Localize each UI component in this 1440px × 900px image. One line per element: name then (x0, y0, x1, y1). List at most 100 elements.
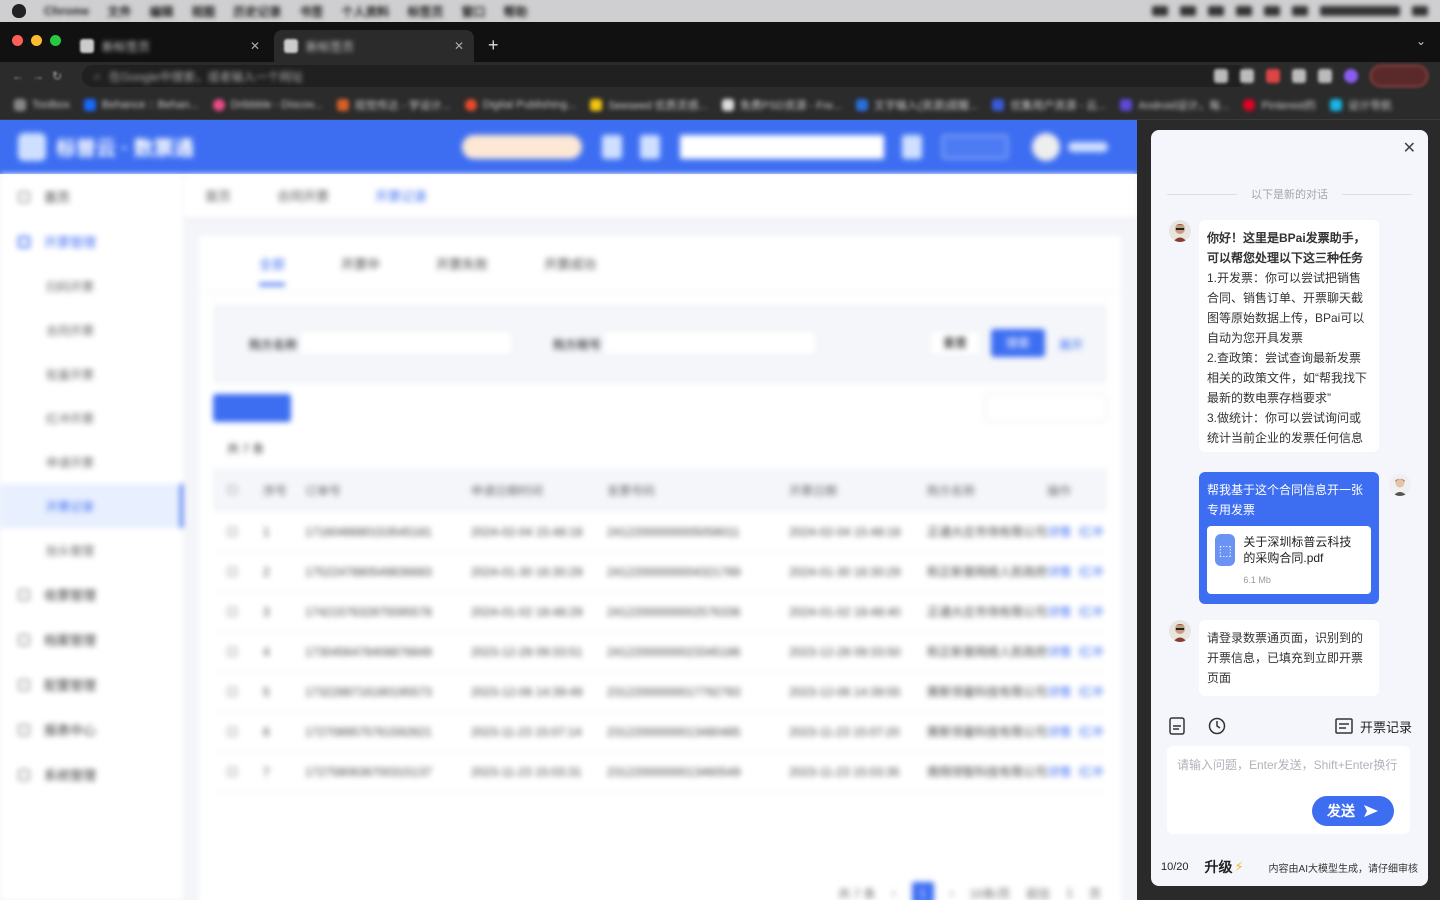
promo-button[interactable] (462, 135, 582, 159)
sidebar-subitem-active[interactable]: 开票记录 (0, 484, 183, 528)
wifi-icon[interactable] (1264, 6, 1280, 16)
upgrade-link[interactable]: 升级 (1205, 857, 1233, 877)
view-link[interactable]: 详情 (1047, 605, 1071, 619)
chat-input[interactable] (1177, 754, 1400, 798)
avatar[interactable] (1032, 133, 1060, 161)
menu-item[interactable]: 个人资料 (341, 3, 389, 20)
status-icon[interactable] (1208, 6, 1224, 16)
row-checkbox[interactable]: ☐ (213, 525, 263, 539)
sidebar-subitem[interactable]: 申请开票 (0, 440, 183, 484)
search-icon[interactable] (1412, 6, 1428, 16)
sidebar-subitem[interactable]: 抬头管理 (0, 528, 183, 572)
page-tab-active[interactable]: 开票记录 (375, 186, 427, 205)
address-bar[interactable]: ⌕ 在Google中搜索，或者输入一个网址 (82, 65, 1248, 87)
row-checkbox[interactable]: ☐ (213, 685, 263, 699)
bookmark[interactable]: 优集用户资源 - 云... (992, 97, 1106, 113)
row-checkbox[interactable]: ☐ (213, 605, 263, 619)
search-button[interactable]: 搜索 (991, 329, 1045, 357)
status-icon[interactable] (1180, 6, 1196, 16)
menu-item[interactable]: 帮助 (503, 3, 527, 20)
col-header[interactable]: 开票日期 (789, 482, 927, 499)
message-icon[interactable] (902, 135, 922, 159)
menu-item[interactable]: 文件 (107, 3, 131, 20)
browser-tab[interactable]: 新标签页 ✕ (70, 30, 270, 62)
row-checkbox[interactable]: ☐ (213, 565, 263, 579)
sidebar-subitem[interactable]: 扫码开票 (0, 264, 183, 308)
app-logo[interactable]: 标普云 · 数票通 (18, 132, 194, 161)
history-icon[interactable] (1207, 716, 1227, 736)
lightning-icon[interactable]: ⚡ (1235, 859, 1244, 875)
current-page[interactable]: 1 (911, 882, 934, 900)
reverse-link[interactable]: 红冲 (1079, 605, 1103, 619)
next-page-icon[interactable]: › (950, 886, 954, 900)
bell-icon[interactable] (640, 135, 660, 159)
forward-icon[interactable]: → (32, 69, 52, 83)
view-link[interactable]: 详情 (1047, 525, 1071, 539)
menu-item[interactable]: 书签 (299, 3, 323, 20)
battery-icon[interactable] (1292, 6, 1308, 16)
puzzle-icon[interactable] (1292, 69, 1306, 83)
select-all-checkbox[interactable]: ☐ (213, 483, 263, 497)
browser-tab-active[interactable]: 新标签页 ✕ (274, 30, 474, 62)
workbench-button[interactable] (942, 135, 1008, 159)
menu-item[interactable]: 窗口 (461, 3, 485, 20)
extension-icon[interactable] (1266, 69, 1280, 83)
row-checkbox[interactable]: ☐ (213, 645, 263, 659)
sidebar-item-invoicing[interactable]: 开票管理 (0, 219, 183, 264)
status-icon[interactable] (1152, 6, 1168, 16)
bookmark[interactable]: Pinterest的 (1243, 97, 1316, 113)
page-size-select[interactable]: 10条/页 (970, 885, 1011, 900)
view-link[interactable]: 详情 (1047, 685, 1071, 699)
menu-item[interactable]: 视图 (191, 3, 215, 20)
page-tab[interactable]: 合同开票 (277, 186, 329, 205)
close-tab-icon[interactable]: ✕ (454, 39, 464, 53)
notice-banner[interactable] (680, 135, 884, 159)
attachment-card[interactable]: ⬚ 关于深圳标普云科技的采购合同.pdf 6.1 Mb (1207, 526, 1371, 594)
menu-item[interactable]: 标签页 (407, 3, 443, 20)
row-checkbox[interactable]: ☐ (213, 725, 263, 739)
share-icon[interactable] (1214, 69, 1228, 83)
col-header[interactable]: 申请日期时间 (471, 482, 607, 499)
bookmark[interactable]: Digital Publishing... (464, 98, 576, 111)
tab-all[interactable]: 全部 (259, 254, 286, 286)
doc-icon[interactable] (602, 135, 622, 159)
user-name[interactable] (1068, 142, 1108, 152)
reverse-link[interactable]: 红冲 (1079, 765, 1103, 779)
sidepanel-icon[interactable] (1318, 69, 1332, 83)
view-link[interactable]: 详情 (1047, 645, 1071, 659)
bookmark[interactable]: Dribbble - Discov... (212, 98, 323, 111)
view-link[interactable]: 详情 (1047, 565, 1071, 579)
sidebar-item[interactable]: 配置管理 (0, 662, 183, 707)
sidebar-subitem[interactable]: 红冲开票 (0, 396, 183, 440)
apple-icon[interactable] (12, 4, 26, 18)
sidebar-item[interactable]: 档案管理 (0, 617, 183, 662)
menu-item[interactable]: 历史记录 (233, 3, 281, 20)
tab-failed[interactable]: 开票失败 (436, 254, 488, 273)
back-icon[interactable]: ← (12, 69, 32, 83)
clock[interactable] (1320, 6, 1400, 16)
close-window-button[interactable] (12, 35, 23, 46)
sidebar-subitem[interactable]: 批量开票 (0, 352, 183, 396)
expand-link[interactable]: 展开 (1059, 336, 1083, 353)
profile-icon[interactable] (1344, 69, 1358, 83)
zoom-window-button[interactable] (50, 35, 61, 46)
close-tab-icon[interactable]: ✕ (250, 39, 260, 53)
prev-page-icon[interactable]: ‹ (892, 886, 896, 900)
reverse-link[interactable]: 红冲 (1079, 565, 1103, 579)
sidebar-item[interactable]: 收票管理 (0, 572, 183, 617)
custom-columns-button[interactable] (985, 394, 1107, 422)
new-tab-button[interactable]: + (488, 35, 499, 56)
view-link[interactable]: 详情 (1047, 725, 1071, 739)
bookmark[interactable]: Toolbox (14, 98, 70, 111)
reset-button[interactable]: 重置 (929, 330, 981, 356)
tax-id-input[interactable] (603, 330, 817, 356)
sidebar-item[interactable]: 报表中心 (0, 707, 183, 752)
reverse-link[interactable]: 红冲 (1079, 685, 1103, 699)
sidebar-subitem[interactable]: 合同开票 (0, 308, 183, 352)
tab-success[interactable]: 开票成功 (544, 254, 596, 273)
bookmark[interactable]: Android设计，每... (1120, 97, 1229, 113)
tab-search-chevron-icon[interactable]: ⌄ (1416, 34, 1426, 48)
row-checkbox[interactable]: ☐ (213, 765, 263, 779)
reverse-link[interactable]: 红冲 (1079, 725, 1103, 739)
tab-issuing[interactable]: 开票中 (341, 254, 380, 273)
